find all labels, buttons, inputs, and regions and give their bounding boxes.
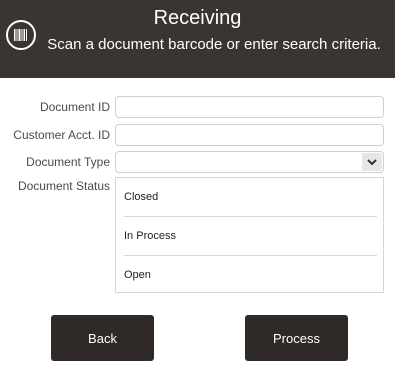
page-title: Receiving [153, 7, 242, 29]
status-option-open[interactable]: Open [116, 256, 383, 294]
document-id-field[interactable] [115, 96, 384, 118]
document-type-select[interactable] [115, 151, 384, 173]
document-id-label: Document ID [39, 100, 110, 114]
status-option-closed[interactable]: Closed [116, 178, 383, 216]
chevron-down-icon[interactable] [362, 153, 382, 171]
page-subtitle: Scan a document barcode or enter search … [47, 36, 381, 53]
process-button[interactable]: Process [245, 315, 348, 361]
document-type-label: Document Type [26, 155, 110, 169]
customer-acct-id-label: Customer Acct. ID [13, 128, 110, 142]
header-bar: Receiving Scan a document barcode or ent… [0, 0, 395, 78]
back-button[interactable]: Back [51, 315, 154, 361]
customer-acct-id-field[interactable] [115, 124, 384, 146]
document-status-list: Closed In Process Open [115, 177, 384, 293]
document-status-label: Document Status [17, 179, 110, 193]
status-option-in-process[interactable]: In Process [116, 217, 383, 255]
